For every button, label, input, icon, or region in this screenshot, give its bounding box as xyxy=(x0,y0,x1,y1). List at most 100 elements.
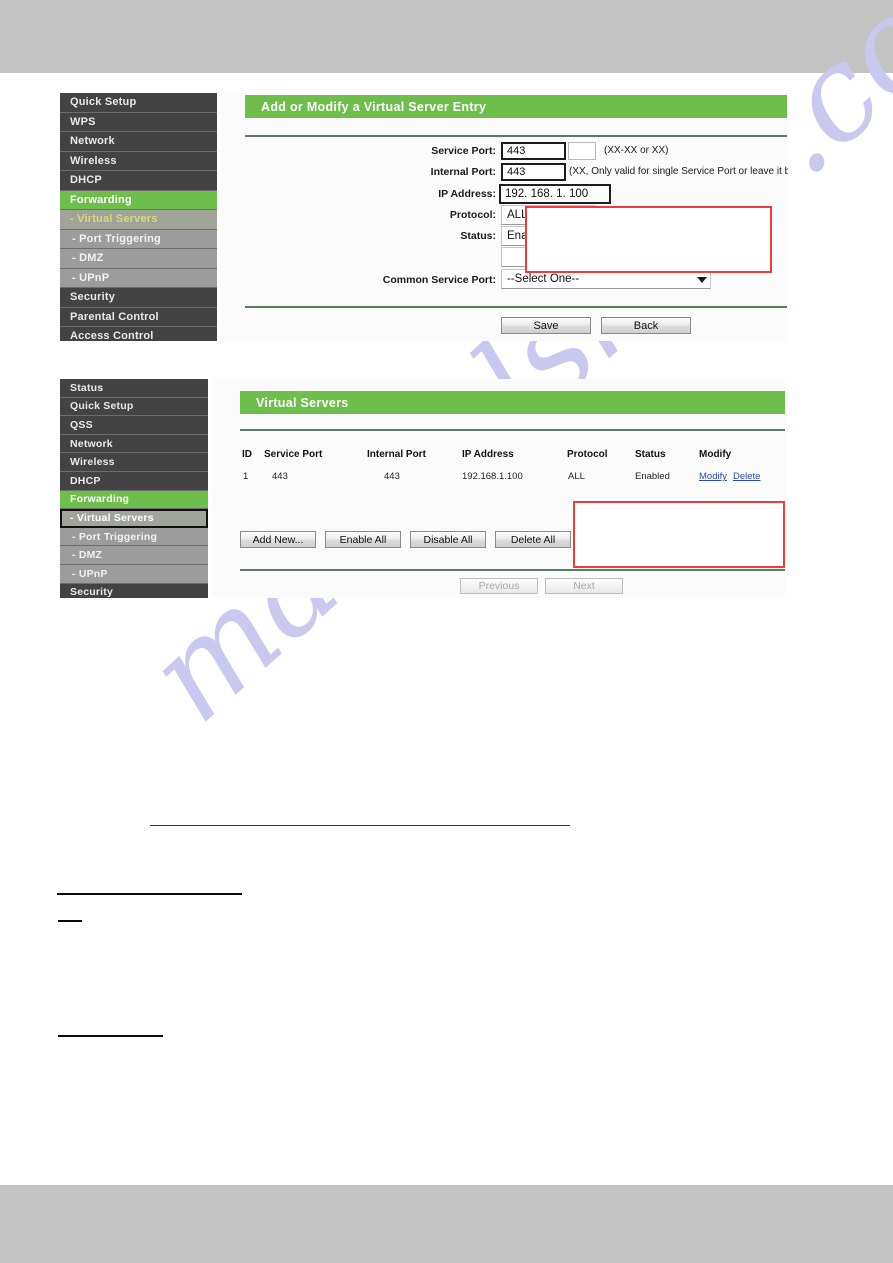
sidebar-item-label: DHCP xyxy=(70,174,102,187)
panel2-sidebar-nav[interactable]: Status Quick Setup QSS Network Wireless DHCP F… xyxy=(60,379,208,598)
sidebar-item-upnp[interactable]: - UPnP xyxy=(60,268,217,288)
sidebar-item-label: Forwarding xyxy=(70,193,132,206)
internal-port-label: Internal Port: xyxy=(430,166,496,178)
internal-port-input[interactable]: 443 xyxy=(501,163,566,181)
save-button[interactable]: Save xyxy=(501,317,591,334)
service-port-input[interactable]: 443 xyxy=(501,142,566,160)
sidebar-item-upnp[interactable]: - UPnP xyxy=(60,564,208,584)
sidebar-item-security[interactable]: Security xyxy=(60,288,217,308)
panel1-sidebar-nav[interactable]: Quick Setup WPS Network Wireless DHCP Forward… xyxy=(60,93,217,341)
td-internal-port: 443 xyxy=(384,471,400,482)
sidebar-item-label: Forwarding xyxy=(70,493,130,506)
sidebar-item-label: - UPnP xyxy=(72,567,108,580)
enable-all-button[interactable]: Enable All xyxy=(325,531,401,548)
sidebar-item-label: - Virtual Servers xyxy=(70,213,158,226)
sidebar-item-label: Quick Setup xyxy=(70,96,137,109)
sidebar-item-forwarding[interactable]: Forwarding xyxy=(60,190,217,210)
disable-all-button[interactable]: Disable All xyxy=(410,531,486,548)
sidebar-item-label: Network xyxy=(70,437,113,450)
sidebar-item-label: Wireless xyxy=(70,456,115,469)
sidebar-item-security[interactable]: Security xyxy=(60,583,208,598)
internal-port-hint: (XX, Only valid for single Service Port … xyxy=(569,166,788,177)
th-ip-address: IP Address xyxy=(462,449,514,460)
add-new-button[interactable]: Add New... xyxy=(240,531,316,548)
sidebar-item-label: - DMZ xyxy=(72,252,104,265)
sidebar-item-label: WPS xyxy=(70,115,96,128)
previous-button[interactable]: Previous xyxy=(460,578,538,594)
sidebar-item-qss[interactable]: QSS xyxy=(60,416,208,435)
th-id: ID xyxy=(242,449,252,460)
status-label: Status: xyxy=(460,230,496,242)
service-port-input-secondary[interactable] xyxy=(568,142,596,160)
panel1-top-rule xyxy=(245,135,787,137)
sidebar-item-label: Access Control xyxy=(70,330,154,341)
annotation-box-panel1 xyxy=(525,206,772,273)
sidebar-item-port-triggering[interactable]: - Port Triggering xyxy=(60,527,208,547)
sidebar-item-label: Security xyxy=(70,291,116,304)
sidebar-item-label: - UPnP xyxy=(72,271,110,284)
page-top-band xyxy=(0,0,893,73)
sidebar-item-quick-setup[interactable]: Quick Setup xyxy=(60,397,208,417)
th-protocol: Protocol xyxy=(567,449,608,460)
sidebar-item-label: Wireless xyxy=(70,154,117,167)
sidebar-item-wps[interactable]: WPS xyxy=(60,112,217,132)
sidebar-item-label: - DMZ xyxy=(72,549,103,562)
sidebar-item-label: Security xyxy=(70,586,114,598)
sidebar-item-label: Network xyxy=(70,135,115,148)
sidebar-item-label: - Port Triggering xyxy=(72,232,161,245)
next-button[interactable]: Next xyxy=(545,578,623,594)
sidebar-item-wireless[interactable]: Wireless xyxy=(60,151,217,171)
sidebar-item-label: Parental Control xyxy=(70,310,159,323)
sidebar-item-virtual-servers[interactable]: - Virtual Servers xyxy=(60,210,217,230)
sidebar-item-label: QSS xyxy=(70,418,93,431)
td-service-port: 443 xyxy=(272,471,288,482)
chevron-down-icon[interactable] xyxy=(697,277,707,283)
panel1-bottom-rule xyxy=(245,306,787,308)
sidebar-item-dhcp[interactable]: DHCP xyxy=(60,471,208,491)
ip-address-input[interactable]: 192. 168. 1. 100 xyxy=(499,184,611,204)
sidebar-item-dmz[interactable]: - DMZ xyxy=(60,546,208,565)
black-footer-rule xyxy=(58,1035,163,1037)
page-bottom-band xyxy=(0,1185,893,1263)
sidebar-item-label: DHCP xyxy=(70,474,101,487)
panel1-page-title: Add or Modify a Virtual Server Entry xyxy=(245,95,787,118)
panel2-page-title: Virtual Servers xyxy=(240,391,785,414)
sidebar-item-label: - Port Triggering xyxy=(72,530,158,543)
ip-address-label: IP Address: xyxy=(438,188,496,200)
service-port-label: Service Port: xyxy=(431,145,496,157)
protocol-label: Protocol: xyxy=(449,209,496,221)
sidebar-item-label: Quick Setup xyxy=(70,400,134,413)
td-ip-address: 192.168.1.100 xyxy=(462,471,523,482)
sidebar-item-dhcp[interactable]: DHCP xyxy=(60,171,217,191)
td-id: 1 xyxy=(243,471,249,482)
black-heading-rule xyxy=(57,893,242,895)
sidebar-item-label: Status xyxy=(70,381,104,394)
th-internal-port: Internal Port xyxy=(367,449,426,460)
common-service-port-label: Common Service Port: xyxy=(382,274,496,286)
sidebar-item-virtual-servers[interactable]: - Virtual Servers xyxy=(60,509,208,528)
sidebar-item-access-control[interactable]: Access Control xyxy=(60,327,217,341)
sidebar-item-network[interactable]: Network xyxy=(60,132,217,152)
sidebar-item-forwarding[interactable]: Forwarding xyxy=(60,490,208,510)
modify-link[interactable]: Modify xyxy=(699,471,727,482)
delete-all-button[interactable]: Delete All xyxy=(495,531,571,548)
sidebar-item-status[interactable]: Status xyxy=(60,379,208,398)
delete-link[interactable]: Delete xyxy=(733,471,760,482)
panel2-bottom-rule xyxy=(240,569,785,571)
th-modify: Modify xyxy=(699,449,732,460)
sidebar-item-wireless[interactable]: Wireless xyxy=(60,453,208,472)
sidebar-item-port-triggering[interactable]: - Port Triggering xyxy=(60,229,217,249)
sidebar-item-dmz[interactable]: - DMZ xyxy=(60,249,217,269)
td-protocol: ALL xyxy=(568,471,585,482)
sidebar-item-network[interactable]: Network xyxy=(60,434,208,454)
th-status: Status xyxy=(635,449,666,460)
sidebar-item-parental-control[interactable]: Parental Control xyxy=(60,307,217,327)
th-service-port: Service Port xyxy=(264,449,323,460)
annotation-box-panel2 xyxy=(573,501,785,568)
td-status: Enabled xyxy=(635,471,670,482)
sidebar-item-quick-setup[interactable]: Quick Setup xyxy=(60,93,217,113)
service-port-hint: (XX-XX or XX) xyxy=(604,145,669,156)
back-button[interactable]: Back xyxy=(601,317,691,334)
panel2-top-rule xyxy=(240,429,785,431)
sidebar-item-label: - Virtual Servers xyxy=(70,511,154,524)
